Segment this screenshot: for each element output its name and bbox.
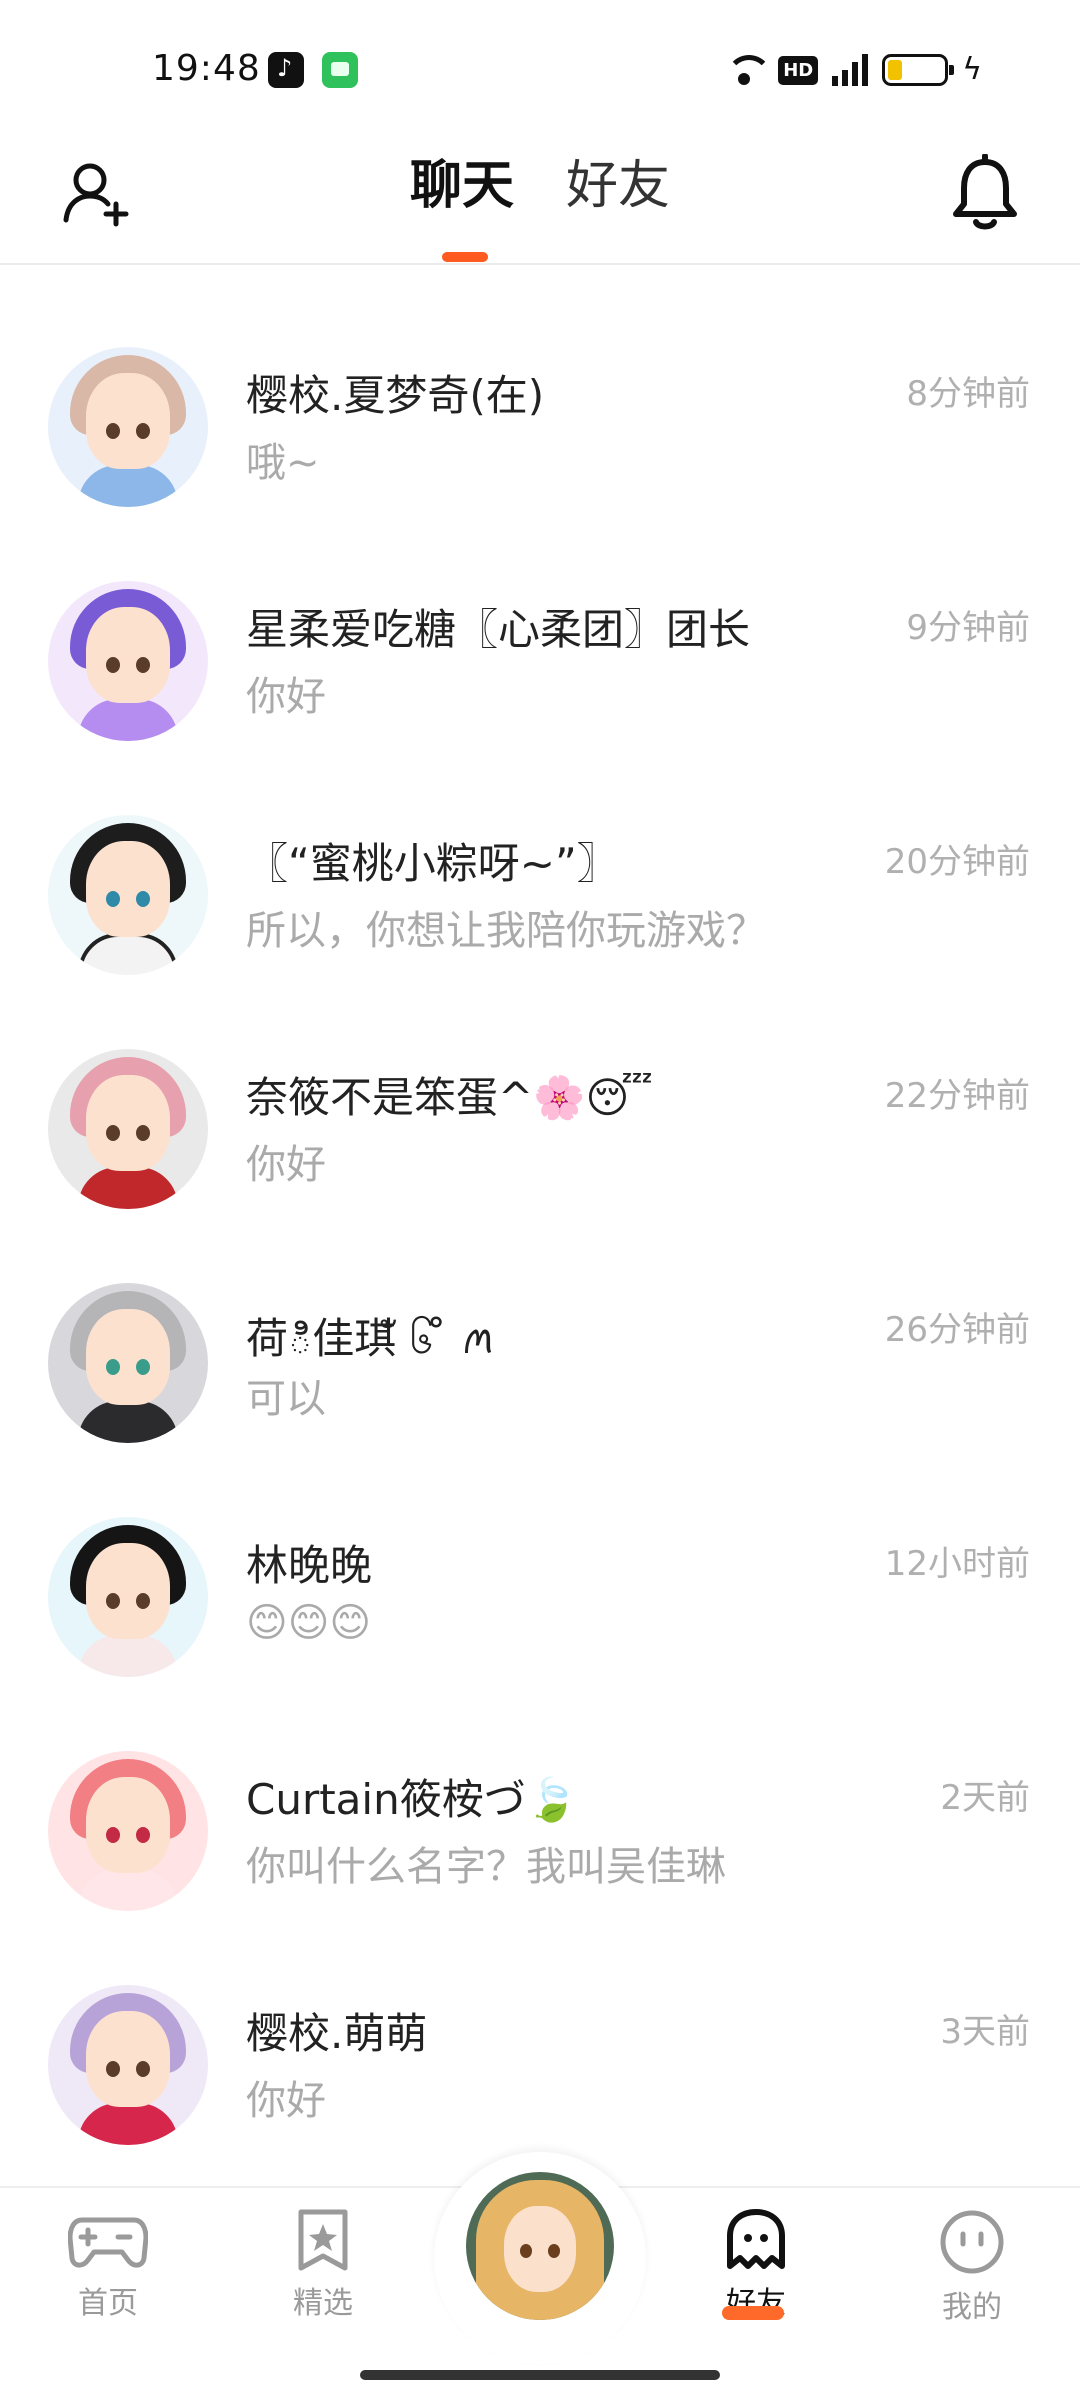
avatar[interactable]	[48, 581, 208, 741]
nav-featured[interactable]: 精选	[253, 2208, 393, 2358]
active-tab-indicator	[442, 252, 488, 262]
chat-list-item[interactable]: 星柔爱吃糖〖心柔团〗团长 你好 9分钟前	[0, 544, 1080, 778]
chat-name: 樱校.萌萌	[246, 2009, 428, 2058]
chat-list-item[interactable]: 荷ి佳琪ั ၆ ̊ ꪔ 可以 26分钟前	[0, 1246, 1080, 1480]
chat-name: 奈筱不是笨蛋^🌸😴	[246, 1073, 653, 1122]
tab-chat[interactable]: 聊天	[410, 150, 514, 223]
avatar[interactable]	[48, 347, 208, 507]
chat-preview: 你叫什么名字？我叫吴佳琳	[246, 1844, 726, 1890]
nav-mine[interactable]: 我的	[902, 2208, 1042, 2358]
status-time: 19:48	[152, 48, 261, 89]
bell-icon[interactable]	[950, 154, 1020, 234]
chat-name: 林晚晚	[246, 1541, 373, 1590]
chat-preview: 哦~	[246, 440, 320, 486]
chat-name: 樱校.夏梦奇(在)	[246, 371, 545, 420]
chat-time: 26分钟前	[884, 1310, 1030, 1350]
gamepad-icon	[68, 2217, 148, 2268]
avatar[interactable]	[48, 1517, 208, 1677]
center-avatar[interactable]	[466, 2172, 614, 2320]
chat-time: 20分钟前	[884, 842, 1030, 882]
avatar[interactable]	[48, 1985, 208, 2145]
chat-time: 12小时前	[884, 1544, 1030, 1584]
battery-icon	[882, 54, 955, 86]
home-indicator[interactable]	[360, 2370, 720, 2380]
avatar[interactable]	[48, 1751, 208, 1911]
tiktok-icon	[268, 52, 304, 88]
signal-4g-icon	[832, 54, 869, 86]
add-friend-icon[interactable]	[62, 158, 132, 228]
nav-label: 精选	[293, 2286, 353, 2321]
avatar[interactable]	[48, 1283, 208, 1443]
chat-name: 〖“蜜桃小粽呀~”〗	[246, 839, 619, 888]
chat-time: 3天前	[940, 2012, 1030, 2052]
star-bookmark-icon	[298, 2209, 348, 2271]
ghost-icon	[727, 2209, 785, 2269]
chat-time: 2天前	[940, 1778, 1030, 1818]
chat-preview: 所以，你想让我陪你玩游戏？	[246, 908, 766, 954]
status-indicators: HD ϟ	[724, 52, 982, 88]
chat-list-item[interactable]: 奈筱不是笨蛋^🌸😴 你好 22分钟前	[0, 1012, 1080, 1246]
chat-list: 樱校.夏梦奇(在) 哦~ 8分钟前 星柔爱吃糖〖心柔团〗团长 你好 9分钟前 〖…	[0, 310, 1080, 2182]
tab-friends[interactable]: 好友	[566, 150, 670, 223]
smiley-face-icon	[940, 2210, 1004, 2274]
chat-list-item[interactable]: 〖“蜜桃小粽呀~”〗 所以，你想让我陪你玩游戏？ 20分钟前	[0, 778, 1080, 1012]
nav-home[interactable]: 首页	[38, 2208, 178, 2358]
avatar[interactable]	[48, 1049, 208, 1209]
chat-list-item[interactable]: 林晚晚 😊😊😊 12小时前	[0, 1480, 1080, 1714]
chat-preview: 你好	[246, 2078, 326, 2124]
chat-time: 8分钟前	[906, 374, 1030, 414]
nav-label: 我的	[942, 2290, 1002, 2325]
message-icon	[322, 52, 358, 88]
nav-label: 首页	[78, 2286, 138, 2321]
chat-time: 9分钟前	[906, 608, 1030, 648]
chat-list-item[interactable]: Curtain筱桉づ🍃 你叫什么名字？我叫吴佳琳 2天前	[0, 1714, 1080, 1948]
avatar[interactable]	[48, 815, 208, 975]
top-header: 聊天 好友	[0, 130, 1080, 265]
chat-preview: 你好	[246, 1142, 326, 1188]
chat-list-item[interactable]: 樱校.夏梦奇(在) 哦~ 8分钟前	[0, 310, 1080, 544]
chat-preview: 你好	[246, 674, 326, 720]
hd-icon: HD	[778, 55, 819, 85]
chat-preview: 可以	[246, 1376, 326, 1422]
charging-icon: ϟ	[962, 52, 982, 87]
chat-time: 22分钟前	[884, 1076, 1030, 1116]
wifi-icon	[724, 55, 773, 85]
active-nav-indicator	[722, 2306, 784, 2320]
status-bar: 19:48 HD ϟ	[0, 0, 1080, 130]
nav-friends[interactable]: 好友	[686, 2208, 826, 2358]
chat-preview: 😊😊😊	[246, 1600, 372, 1646]
chat-name: Curtain筱桉づ🍃	[246, 1775, 579, 1824]
chat-list-item[interactable]: 樱校.萌萌 你好 3天前	[0, 1948, 1080, 2182]
chat-name: 星柔爱吃糖〖心柔团〗团长	[246, 605, 751, 654]
